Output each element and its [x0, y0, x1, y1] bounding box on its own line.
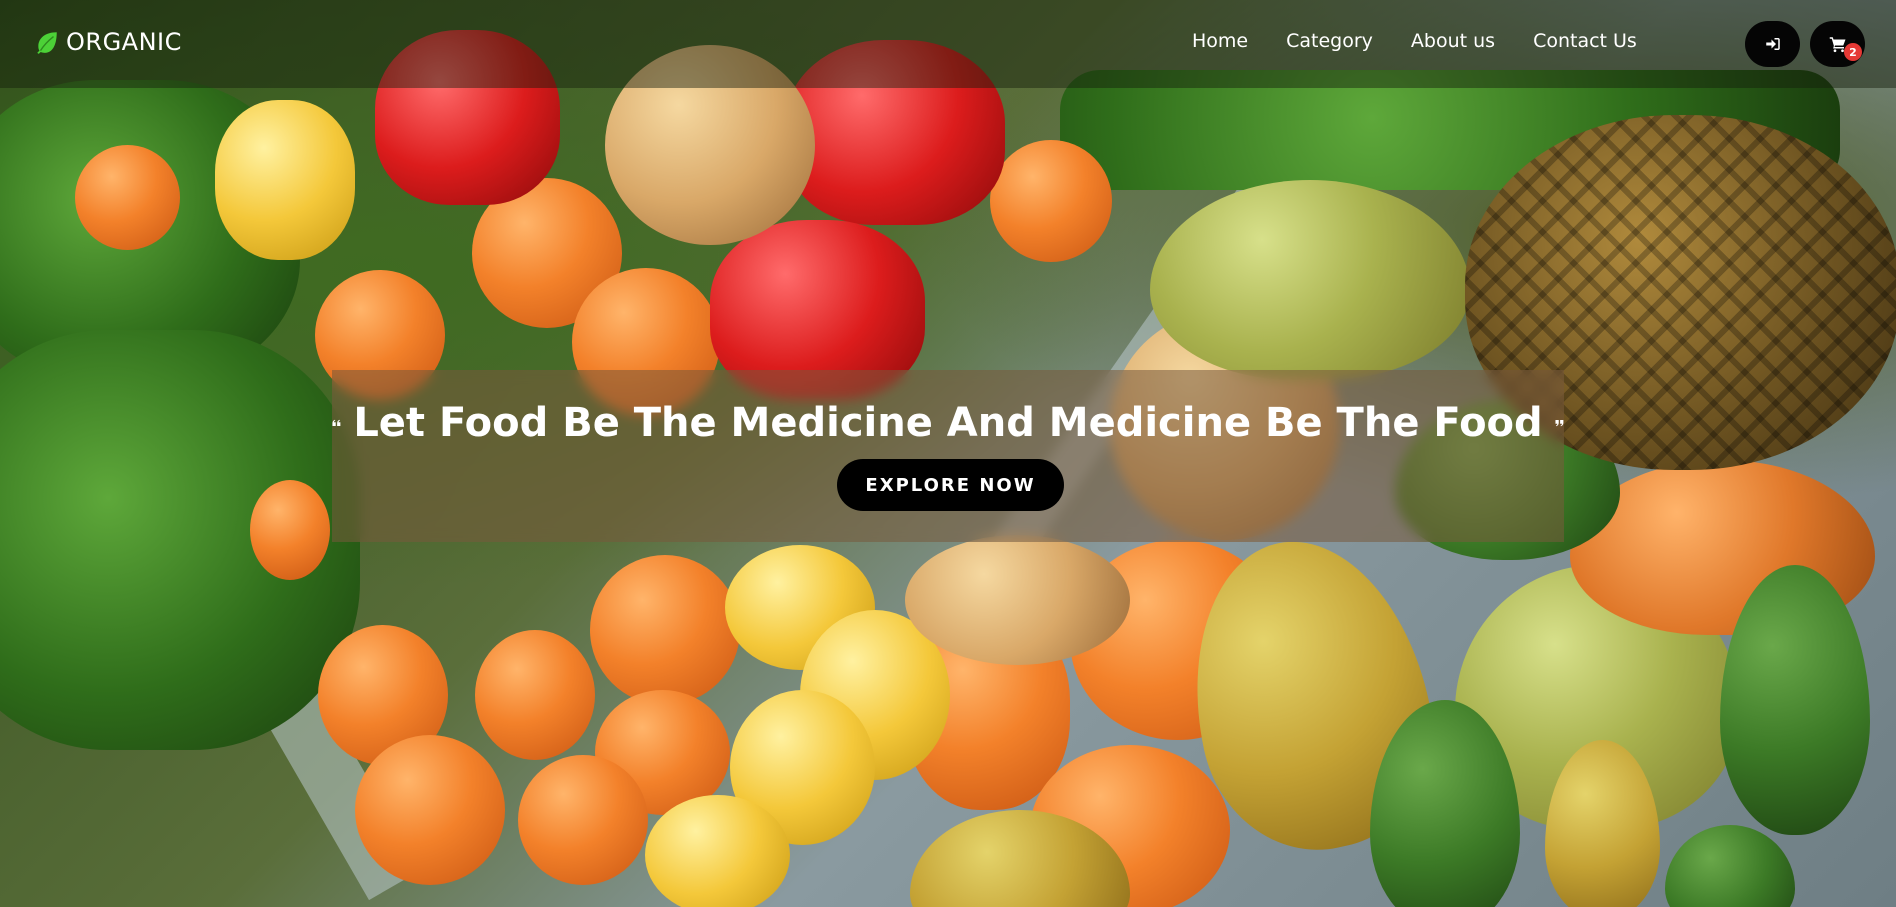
login-button[interactable] [1745, 21, 1800, 67]
hero-banner: Let Food Be The Medicine And Medicine Be… [332, 370, 1564, 542]
hero-title: Let Food Be The Medicine And Medicine Be… [353, 400, 1543, 446]
cart-button[interactable]: 2 [1810, 21, 1865, 67]
cart-count-badge: 2 [1844, 43, 1862, 61]
brand-name: ORGANIC [66, 28, 182, 56]
nav-link-category[interactable]: Category [1286, 30, 1373, 52]
hero-quote: Let Food Be The Medicine And Medicine Be… [332, 400, 1564, 446]
quote-left-icon [332, 419, 341, 427]
main-nav: Home Category About us Contact Us [1192, 30, 1637, 52]
nav-link-contact-us[interactable]: Contact Us [1533, 30, 1637, 52]
top-navbar: ORGANIC Home Category About us Contact U… [0, 0, 1896, 88]
brand-logo[interactable]: ORGANIC [34, 28, 182, 56]
leaf-icon [37, 32, 57, 54]
nav-link-home[interactable]: Home [1192, 30, 1248, 52]
explore-now-button[interactable]: EXPLORE NOW [837, 459, 1064, 511]
nav-link-about-us[interactable]: About us [1411, 30, 1495, 52]
sign-in-icon [1765, 38, 1780, 50]
quote-right-icon [1555, 419, 1564, 427]
